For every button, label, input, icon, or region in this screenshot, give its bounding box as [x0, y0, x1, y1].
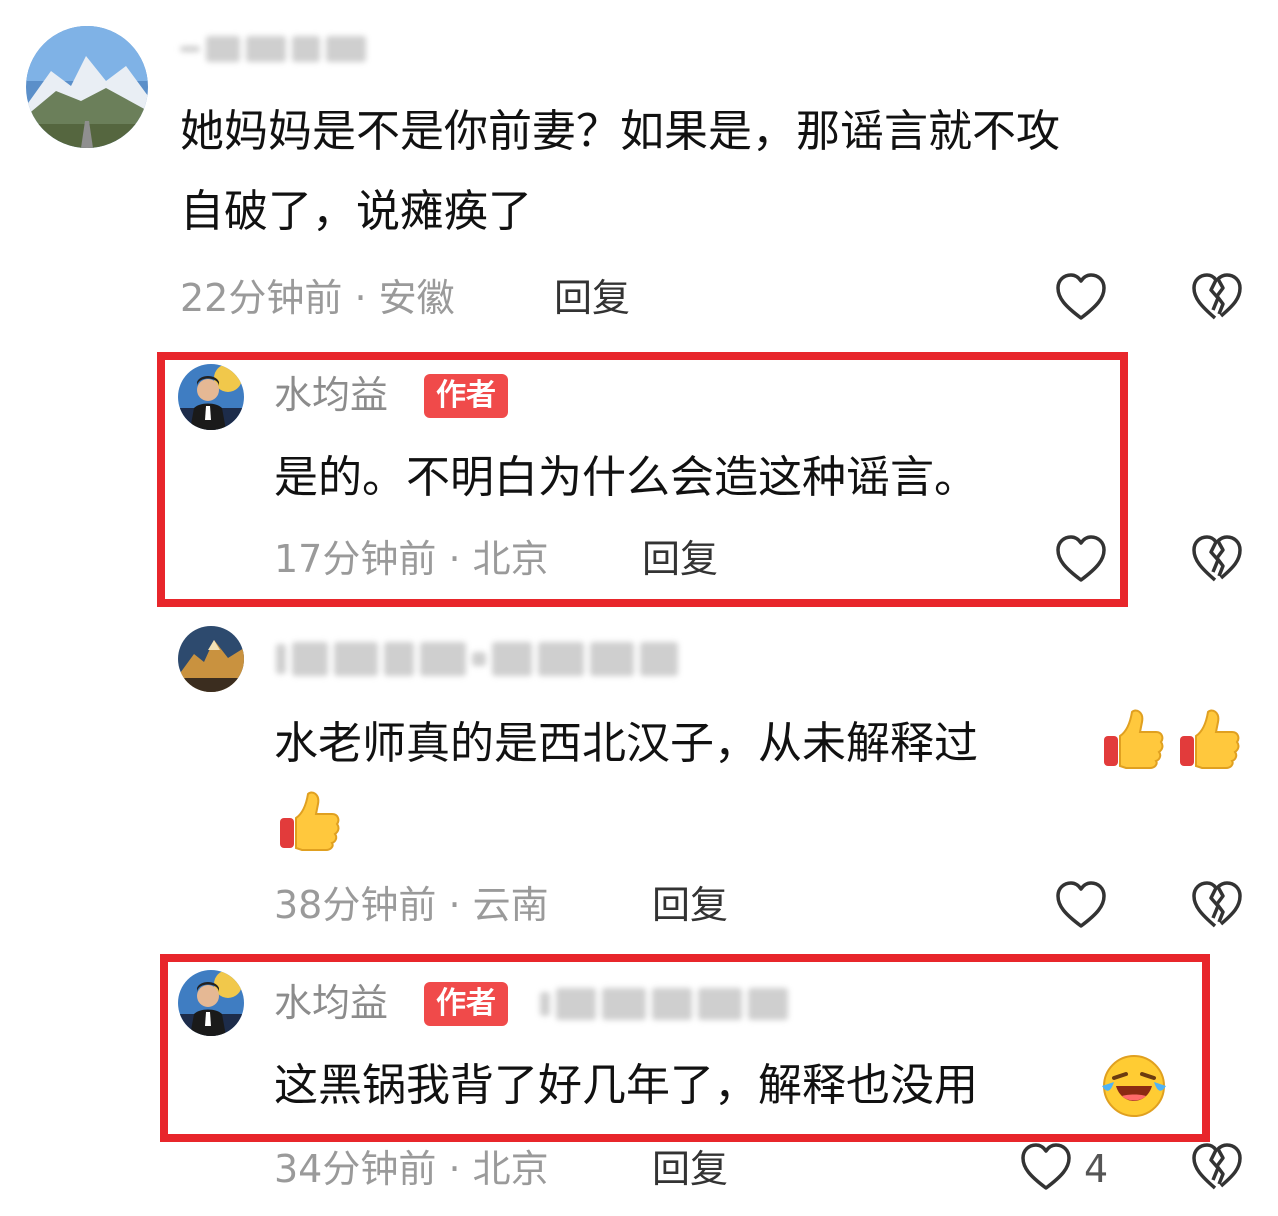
comment-text: 水老师真的是西北汉子，从未解释过: [274, 718, 978, 769]
author-badge: 作者: [424, 374, 508, 418]
avatar[interactable]: [178, 626, 244, 692]
like-heart-icon[interactable]: [1020, 1142, 1072, 1192]
blurred-reply-target: [540, 986, 788, 1022]
blurred-username: [180, 34, 366, 64]
dislike-broken-heart-icon[interactable]: [1191, 272, 1243, 322]
comment-meta: 34分钟前 · 北京: [274, 1150, 549, 1188]
avatar[interactable]: [178, 970, 244, 1036]
comment-text: 是的。不明白为什么会造这种谣言。: [274, 452, 978, 503]
thumbs-up-icon: [1180, 709, 1240, 769]
comment-text: 她妈妈是不是你前妻？如果是，那谣言就不攻 自破了，说瘫痪了: [180, 92, 1060, 252]
comment-text: 这黑锅我背了好几年了，解释也没用: [274, 1060, 978, 1111]
dislike-broken-heart-icon[interactable]: [1191, 880, 1243, 930]
comment-time: 34分钟前: [274, 1147, 437, 1191]
comment-line: 她妈妈是不是你前妻？如果是，那谣言就不攻: [180, 106, 1060, 157]
like-count: 4: [1084, 1147, 1109, 1191]
meta-separator: ·: [448, 883, 461, 927]
like-heart-icon[interactable]: [1055, 534, 1107, 584]
reply-button[interactable]: 回复: [554, 279, 630, 317]
author-username[interactable]: 水均益: [274, 984, 388, 1022]
author-badge: 作者: [424, 982, 508, 1026]
comment-meta: 22分钟前 · 安徽: [180, 279, 455, 317]
avatar[interactable]: [26, 26, 148, 148]
like-heart-icon[interactable]: [1055, 272, 1107, 322]
like-heart-icon[interactable]: [1055, 880, 1107, 930]
author-username[interactable]: 水均益: [274, 376, 388, 414]
avatar[interactable]: [178, 364, 244, 430]
dislike-broken-heart-icon[interactable]: [1191, 1142, 1243, 1192]
dislike-broken-heart-icon[interactable]: [1191, 534, 1243, 584]
comment-meta: 17分钟前 · 北京: [274, 540, 549, 578]
comment-time: 22分钟前: [180, 276, 343, 320]
blurred-username: [276, 640, 678, 678]
comment-line: 自破了，说瘫痪了: [180, 186, 532, 237]
comment-time: 17分钟前: [274, 537, 437, 581]
comment-location: 安徽: [378, 276, 455, 320]
comment-location: 云南: [472, 883, 549, 927]
thumbs-up-icon: [1104, 709, 1164, 769]
comment-time: 38分钟前: [274, 883, 437, 927]
reply-button[interactable]: 回复: [642, 540, 718, 578]
comment-meta: 38分钟前 · 云南: [274, 886, 549, 924]
laughing-crying-icon: [1102, 1055, 1166, 1117]
meta-separator: ·: [448, 1147, 461, 1191]
reply-button[interactable]: 回复: [652, 886, 728, 924]
meta-separator: ·: [448, 537, 461, 581]
comment-location: 北京: [472, 537, 549, 581]
comment-location: 北京: [472, 1147, 549, 1191]
reply-button[interactable]: 回复: [652, 1150, 728, 1188]
meta-separator: ·: [354, 276, 367, 320]
thumbs-up-icon: [280, 791, 340, 851]
